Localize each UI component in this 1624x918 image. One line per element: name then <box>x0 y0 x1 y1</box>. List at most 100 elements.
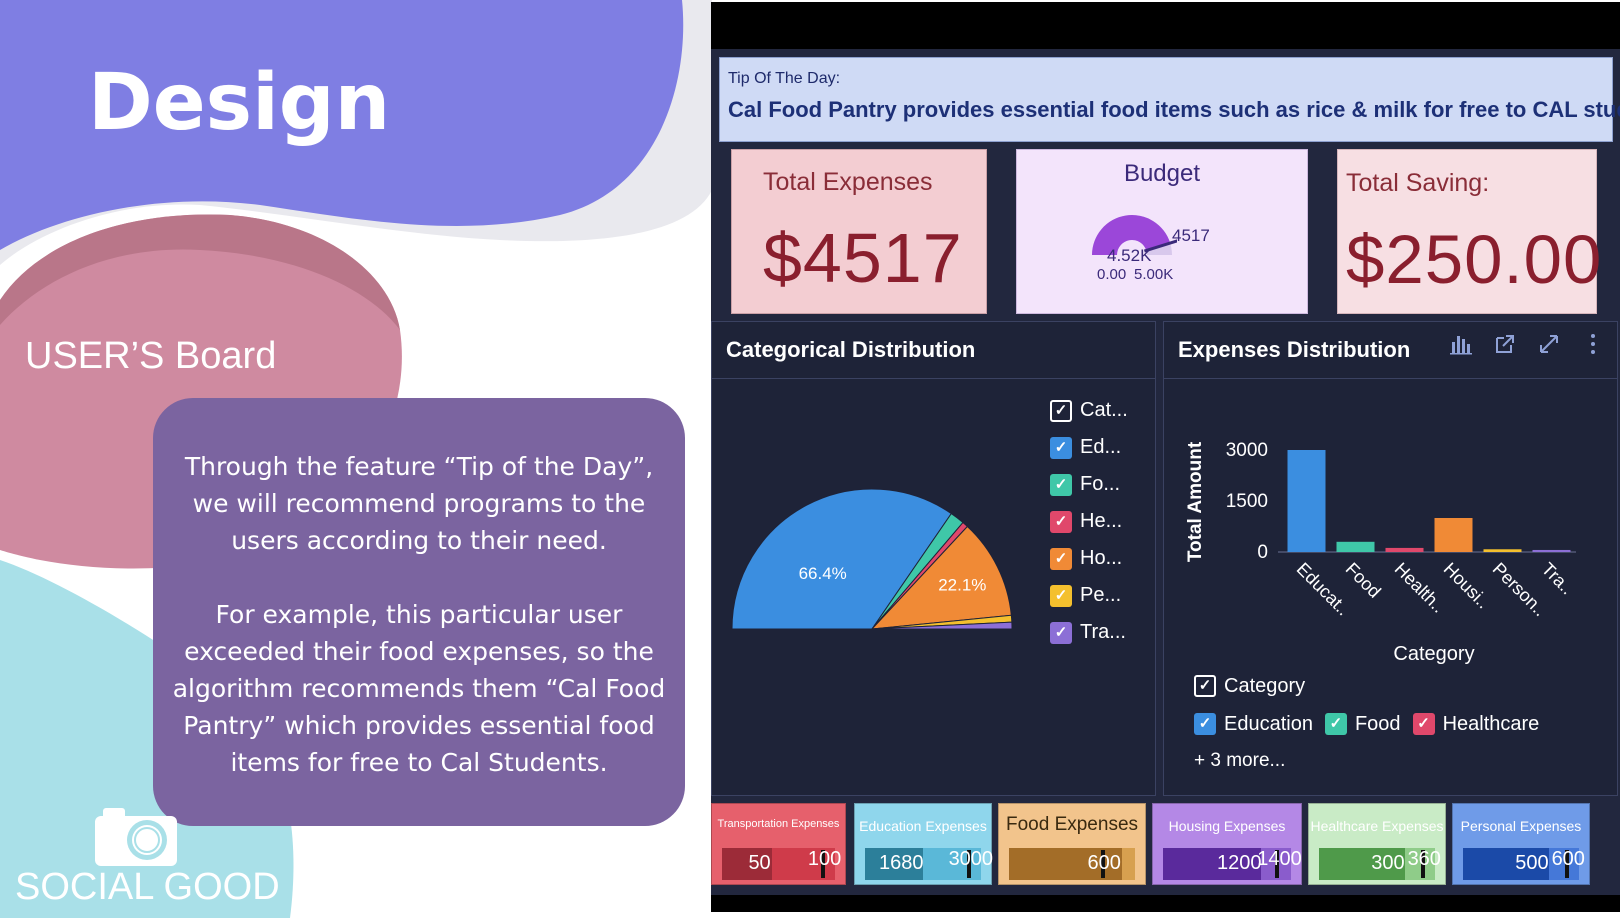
checkbox-icon[interactable]: ✓ <box>1050 473 1072 496</box>
bar-educat[interactable] <box>1287 450 1326 552</box>
more-vertical-icon[interactable] <box>1579 332 1607 360</box>
expense-card[interactable]: Education Expenses 1680 3000 <box>854 803 994 885</box>
legend-items: ✓ Education ✓ Food ✓ Healthcare <box>1194 705 1604 743</box>
legend-label: Fo... <box>1080 473 1121 495</box>
total-saving-label: Total Saving: <box>1346 169 1490 197</box>
expense-card[interactable]: Healthcare Expenses 300 360 <box>1308 803 1446 885</box>
checkbox-icon[interactable]: ✓ <box>1050 510 1072 533</box>
legend-header[interactable]: ✓ Category <box>1194 667 1604 705</box>
tip-label: Tip Of The Day: <box>728 70 841 87</box>
legend-label: Healthcare <box>1442 712 1540 735</box>
card-title: Education Expenses <box>859 818 987 834</box>
description-box: Through the feature “Tip of the Day”, we… <box>153 398 685 826</box>
gauge-value: 4.52K <box>1107 246 1152 265</box>
y-tick-label: 3000 <box>1226 440 1268 461</box>
description-paragraph: For example, this particular user exceed… <box>172 600 666 777</box>
bar-chart-icon[interactable] <box>1447 332 1475 360</box>
legend-item[interactable]: ✓ Ed... <box>1050 429 1128 466</box>
y-tick-label: 0 <box>1257 542 1268 563</box>
bullet-value: 1200 <box>1216 852 1262 874</box>
total-saving-card[interactable]: Total Saving: $250.00 <box>1337 149 1601 314</box>
section-label: USER’S Board <box>25 335 277 377</box>
legend-label: Tra... <box>1080 621 1126 643</box>
legend-item[interactable]: ✓ He... <box>1050 503 1128 540</box>
x-tick-label: Food <box>1342 559 1385 602</box>
categorical-distribution-panel: Categorical Distribution 66.4% 22.1% ✓ Ca… <box>711 321 1156 796</box>
bullet-target-label: 600 <box>1551 848 1585 870</box>
bullet-target-label: 360 <box>1407 848 1441 870</box>
card-title: Food Expenses <box>1005 814 1139 835</box>
camera-icon <box>95 808 177 866</box>
gauge-max: 5.00K <box>1134 266 1174 283</box>
budget-label: Budget <box>1123 160 1201 187</box>
pie-data-label: 22.1% <box>938 575 986 594</box>
y-axis-title: Total Amount <box>1185 441 1206 562</box>
checkbox-icon[interactable]: ✓ <box>1050 436 1072 459</box>
pie-data-label: 66.4% <box>799 564 847 583</box>
total-expenses-value: $4517 <box>763 219 963 297</box>
legend-item[interactable]: ✓ Fo... <box>1050 466 1128 503</box>
total-expenses-card[interactable]: Total Expenses $4517 <box>731 149 987 314</box>
legend-item[interactable]: ✓ Tra... <box>1050 614 1128 651</box>
gauge-min: 0.00 <box>1097 266 1127 283</box>
bullet-target-label: 1400 <box>1257 848 1302 870</box>
expense-card[interactable]: Food Expenses 600 <box>998 803 1146 885</box>
legend-label: He... <box>1080 510 1123 532</box>
checkbox-icon[interactable]: ✓ <box>1050 399 1072 422</box>
legend-item[interactable]: ✓ Healthcare <box>1412 712 1540 736</box>
expand-icon[interactable] <box>1535 332 1563 360</box>
expense-card[interactable]: Personal Expenses 500 600 <box>1452 803 1590 885</box>
legend-header-label: Category <box>1224 674 1306 697</box>
x-tick-label: Person.. <box>1489 559 1551 621</box>
checkbox-icon[interactable]: ✓ <box>1050 547 1072 570</box>
expense-card[interactable]: Transportation Expenses 50 100 <box>711 803 846 885</box>
pie-chart: 66.4% 22.1% <box>731 488 1013 630</box>
expenses-distribution-panel: Expenses Distribution Total Amount 0 150… <box>1163 321 1618 796</box>
footer-text: SOCIAL GOOD <box>15 866 280 908</box>
panel-header: Expenses Distribution <box>1164 322 1617 379</box>
total-expenses-label: Total Expenses <box>763 168 933 196</box>
bullet-bar: 600 <box>1009 848 1135 880</box>
x-tick-label: Educat.. <box>1293 559 1354 620</box>
gauge-marker-label: 4517 <box>1172 226 1210 245</box>
bar-chart: Total Amount 0 1500 3000 Educat..Food Health.… <box>1185 440 1578 665</box>
bar-person[interactable] <box>1483 549 1522 552</box>
checkbox-icon[interactable]: ✓ <box>1412 713 1435 735</box>
card-title: Housing Expenses <box>1168 818 1286 834</box>
more-legend-link[interactable]: + 3 more... <box>1194 743 1604 779</box>
legend-item[interactable]: ✓ Pe... <box>1050 577 1128 614</box>
card-title: Healthcare Expenses <box>1310 818 1444 834</box>
bullet-target-label: 100 <box>807 848 842 870</box>
legend-item[interactable]: ✓ Education <box>1194 713 1313 736</box>
bullet-value: 600 <box>1087 852 1121 874</box>
external-link-icon[interactable] <box>1491 332 1519 360</box>
checkbox-icon[interactable]: ✓ <box>1324 713 1347 735</box>
bar-legend: ✓ Category ✓ Education ✓ Food ✓ Healthcare + … <box>1194 667 1604 779</box>
panel-title: Categorical Distribution <box>726 337 976 362</box>
expense-card[interactable]: Housing Expenses 1200 1400 <box>1152 803 1302 885</box>
bullet-bar: 300 360 <box>1319 848 1441 880</box>
budget-card[interactable]: Budget 4.52K 4517 0.00 5.00K <box>1016 149 1308 314</box>
bullet-target-label: 3000 <box>948 848 994 870</box>
checkbox-icon[interactable]: ✓ <box>1050 621 1072 644</box>
legend-item[interactable]: ✓ Food <box>1324 713 1401 736</box>
bar-food[interactable] <box>1336 541 1375 552</box>
bullet-value: 1680 <box>879 852 924 874</box>
slide-title: Design <box>88 58 391 148</box>
x-axis-title: Category <box>1393 643 1474 665</box>
bar-housi[interactable] <box>1434 518 1473 552</box>
bullet-value: 50 <box>748 852 771 874</box>
bar-tra[interactable] <box>1532 549 1571 552</box>
checkbox-icon[interactable]: ✓ <box>1050 584 1072 607</box>
checkbox-icon[interactable]: ✓ <box>1194 675 1216 697</box>
legend-label: Pe... <box>1080 584 1122 606</box>
legend-label: Education <box>1224 712 1313 735</box>
legend-header[interactable]: ✓ Cat... <box>1050 392 1128 429</box>
checkbox-icon[interactable]: ✓ <box>1194 713 1216 735</box>
bar-health[interactable] <box>1385 547 1424 552</box>
dashboard: Tip Of The Day: Cal Food Pantry provides… <box>711 2 1620 912</box>
legend-item[interactable]: ✓ Ho... <box>1050 540 1128 577</box>
tip-text: Cal Food Pantry provides essential food … <box>728 97 1620 122</box>
legend-label: Ho... <box>1080 547 1123 569</box>
slide: Design USER’S Board Through the feature … <box>0 0 1624 918</box>
